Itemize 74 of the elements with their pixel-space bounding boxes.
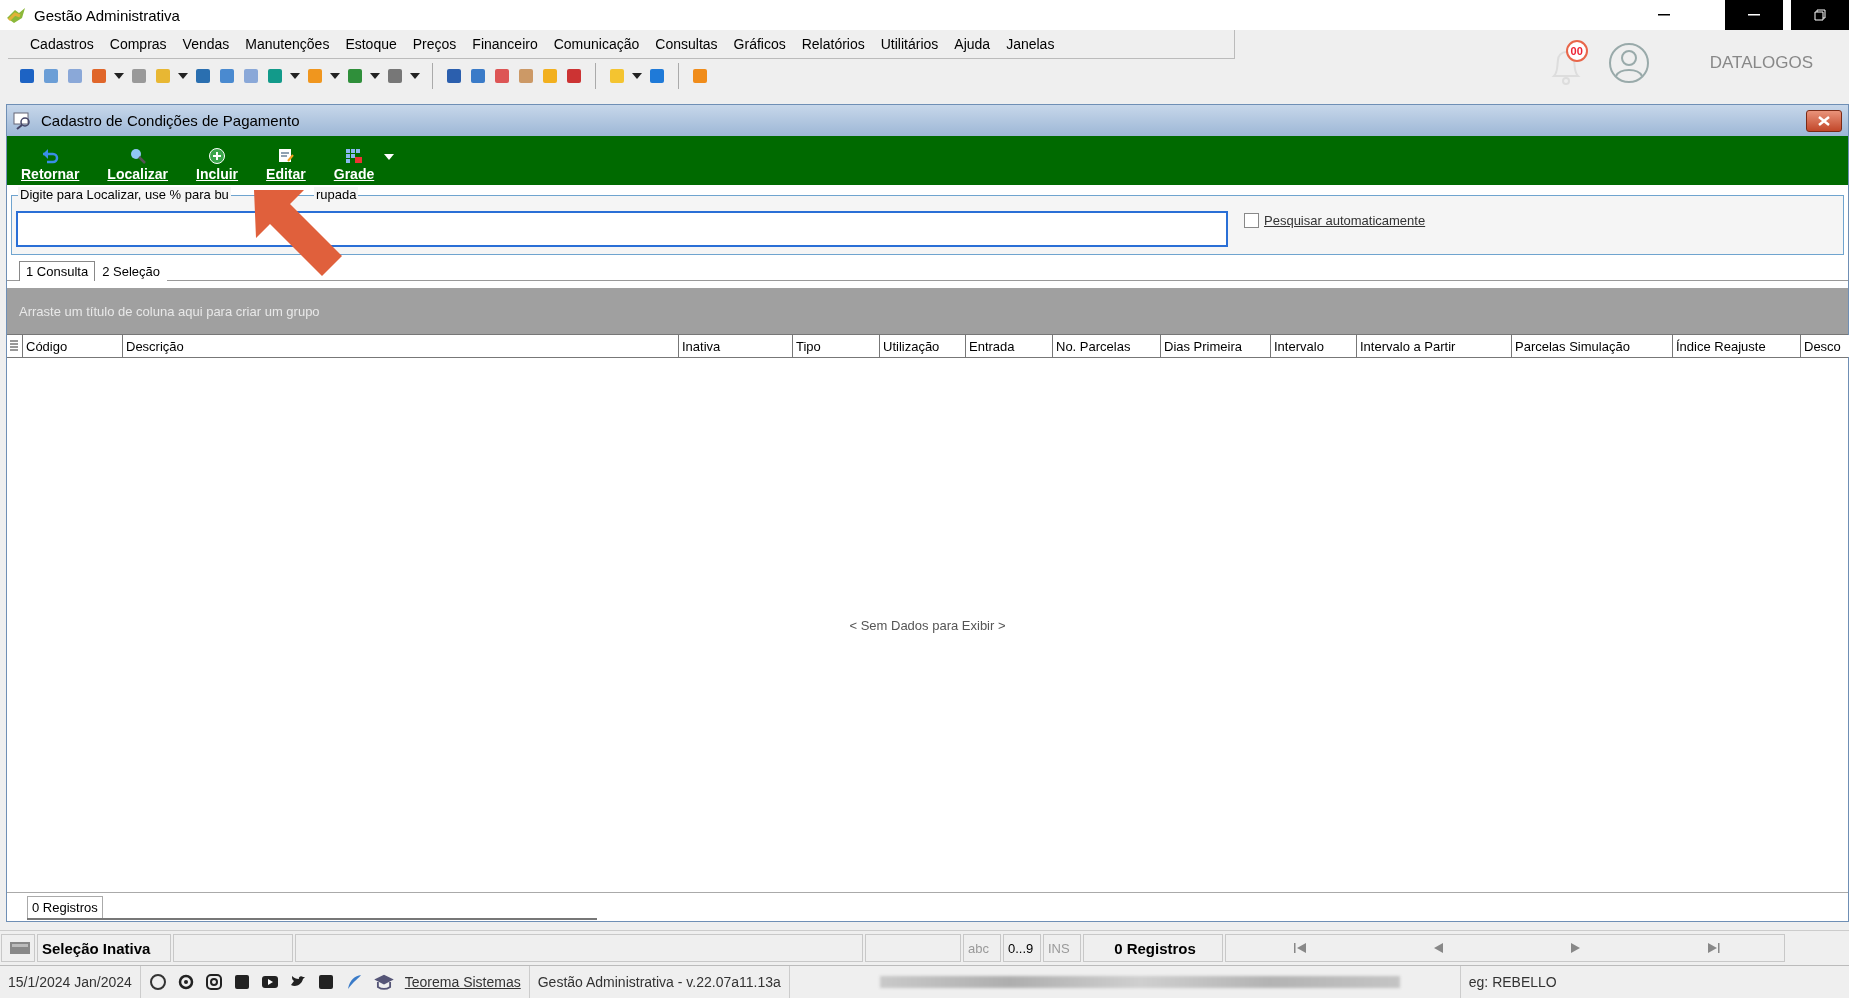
menu-item[interactable]: Comunicação bbox=[545, 36, 648, 52]
caret-icon[interactable] bbox=[410, 73, 420, 79]
status-indicator: 0...9 bbox=[1003, 934, 1041, 962]
back-arrow-icon bbox=[41, 148, 60, 164]
record-count: 0 Registros bbox=[1083, 934, 1223, 962]
keyboard-icon bbox=[10, 942, 30, 954]
company-link[interactable]: Teorema Sistemas bbox=[404, 974, 521, 990]
close-button[interactable] bbox=[1806, 109, 1842, 132]
toolbar-button[interactable]: Incluir bbox=[192, 148, 243, 182]
field-label: Digite para Localizar, use % para bu bbox=[18, 187, 231, 202]
empty-message: < Sem Dados para Exibir > bbox=[849, 617, 1006, 633]
menu-item[interactable]: Ajuda bbox=[946, 36, 999, 52]
caret-icon[interactable] bbox=[178, 73, 188, 79]
restore-button[interactable] bbox=[1791, 0, 1849, 30]
plus-icon bbox=[208, 148, 227, 164]
window-title: Cadastro de Condições de Pagamento bbox=[41, 112, 301, 129]
caret-icon[interactable] bbox=[632, 73, 642, 79]
close-icon[interactable] bbox=[1818, 115, 1830, 126]
toolbar-button[interactable]: Retornar bbox=[17, 148, 84, 182]
field-label: rupada bbox=[314, 187, 359, 202]
search-field[interactable] bbox=[16, 211, 1228, 247]
menu-item[interactable]: Vendas bbox=[174, 36, 238, 52]
caret-icon[interactable] bbox=[370, 73, 380, 79]
caret-icon[interactable] bbox=[384, 154, 395, 160]
caret-icon[interactable] bbox=[330, 73, 340, 79]
minimize-icon[interactable] bbox=[1658, 14, 1670, 16]
auto-search-checkbox[interactable]: Pesquisar automaticamente bbox=[1244, 212, 1426, 228]
menu-item[interactable]: Manutenções bbox=[237, 36, 338, 52]
menu-item[interactable]: Relatórios bbox=[793, 36, 873, 52]
date-text: 15/1/2024 Jan/2024 bbox=[8, 974, 132, 990]
minimize-icon[interactable] bbox=[1748, 14, 1760, 16]
menu-item[interactable]: Gráficos bbox=[725, 36, 794, 52]
camera-icon[interactable] bbox=[204, 973, 223, 991]
selection-status: Seleção Inativa bbox=[37, 934, 171, 962]
scrollbar[interactable] bbox=[27, 918, 597, 920]
last-record-icon[interactable] bbox=[1707, 942, 1722, 954]
caret-icon[interactable] bbox=[290, 73, 300, 79]
search-icon bbox=[128, 148, 147, 164]
tab[interactable]: 1 Consulta bbox=[19, 261, 96, 281]
notification-bell[interactable]: 00 bbox=[1547, 40, 1588, 86]
column-chooser-icon[interactable] bbox=[10, 340, 18, 352]
brand-name: DATALOGOS bbox=[1709, 53, 1813, 73]
previous-record-icon[interactable] bbox=[1432, 942, 1445, 954]
menu-item[interactable]: Janelas bbox=[998, 36, 1063, 52]
menu-item[interactable]: Preços bbox=[404, 36, 465, 52]
search-window-icon bbox=[13, 111, 33, 130]
column-header[interactable]: Tipo bbox=[793, 335, 880, 357]
user-text: eg: REBELLO bbox=[1468, 974, 1557, 990]
menu-item[interactable]: Estoque bbox=[337, 36, 405, 52]
restore-icon[interactable] bbox=[1814, 9, 1826, 21]
column-header[interactable]: Código bbox=[23, 335, 123, 357]
menu-item[interactable]: Utilitários bbox=[872, 36, 947, 52]
caret-icon[interactable] bbox=[114, 73, 124, 79]
next-record-icon[interactable] bbox=[1569, 942, 1582, 954]
column-header[interactable]: Índice Reajuste bbox=[1673, 335, 1801, 357]
menu-item[interactable]: Compras bbox=[101, 36, 175, 52]
toolbar-button[interactable]: Editar bbox=[262, 148, 310, 182]
status-indicator: INS bbox=[1043, 934, 1081, 962]
app-logo-icon bbox=[6, 6, 26, 24]
menu-item[interactable]: Financeiro bbox=[464, 36, 546, 52]
play-icon[interactable] bbox=[260, 973, 279, 991]
version-text: Gestão Administrativa - v.22.07a11.13a bbox=[537, 974, 781, 990]
app-title: Gestão Administrativa bbox=[34, 6, 181, 24]
menu-item[interactable]: Consultas bbox=[647, 36, 726, 52]
first-record-icon[interactable] bbox=[1292, 942, 1307, 954]
grid-icon bbox=[345, 148, 363, 164]
group-panel: Arraste um título de coluna aqui para criar um grupo bbox=[7, 288, 1848, 334]
menu-item[interactable]: Cadastros bbox=[22, 36, 102, 52]
edit-icon bbox=[276, 148, 295, 164]
status-indicator: abc bbox=[963, 934, 1001, 962]
toolbar-button[interactable]: Grade bbox=[329, 148, 379, 182]
toolbar-button[interactable]: Localizar bbox=[103, 148, 173, 182]
notification-badge: 00 bbox=[1565, 40, 1588, 62]
avatar-icon[interactable] bbox=[1607, 42, 1650, 84]
